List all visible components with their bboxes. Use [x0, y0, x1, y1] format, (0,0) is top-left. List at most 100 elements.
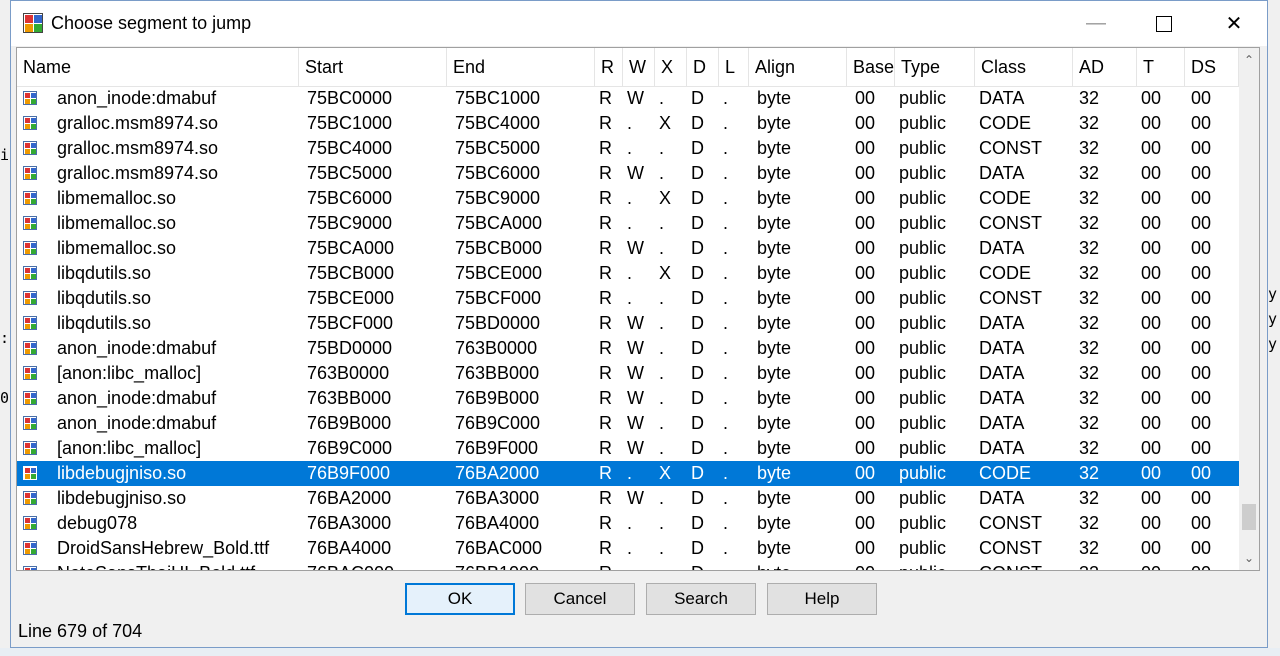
column-header-class[interactable]: Class — [975, 48, 1073, 86]
column-header-d[interactable]: D — [687, 48, 719, 86]
cell-class: CODE — [979, 263, 1032, 283]
cell-name: libdebugjniso.so — [57, 488, 187, 508]
column-header-type[interactable]: Type — [895, 48, 975, 86]
cell-base: 00 — [855, 88, 876, 108]
segment-row[interactable]: DroidSansHebrew_Bold.ttf 76BA4000 76BAC000… — [17, 536, 1239, 561]
column-header-end[interactable]: End — [447, 48, 595, 86]
cell-type: public — [899, 488, 947, 508]
cell-r: R — [599, 513, 612, 533]
help-button[interactable]: Help — [767, 583, 877, 615]
cell-class: CONST — [979, 213, 1042, 233]
column-header-l[interactable]: L — [719, 48, 749, 86]
segment-icon — [23, 216, 37, 230]
column-header-base[interactable]: Base — [847, 48, 895, 86]
maximize-button[interactable] — [1141, 1, 1187, 46]
column-header-ad[interactable]: AD — [1073, 48, 1137, 86]
cell-start: 76B9C000 — [307, 438, 393, 458]
cell-l: . — [723, 513, 729, 533]
segment-row[interactable]: gralloc.msm8974.so 75BC1000 75BC4000 R. X D. b… — [17, 111, 1239, 136]
cell-x: . — [659, 388, 665, 408]
cell-end: 75BC1000 — [455, 88, 541, 108]
segment-row[interactable]: [anon:libc_malloc] 763B0000 763BB000 R W. D. b… — [17, 361, 1239, 386]
segment-row[interactable]: anon_inode:dmabuf 76B9B000 76B9C000 R W. D. by… — [17, 411, 1239, 436]
segment-row[interactable]: debug078 76BA3000 76BA4000 R.. D. byte 00 publi… — [17, 511, 1239, 536]
cell-d: D — [691, 463, 704, 483]
scroll-up-icon[interactable]: ⌃ — [1239, 50, 1259, 70]
cell-start: 75BCF000 — [307, 313, 394, 333]
search-button[interactable]: Search — [646, 583, 756, 615]
cell-r: R — [599, 488, 612, 508]
segment-icon — [23, 416, 37, 430]
cell-start: 75BC4000 — [307, 138, 393, 158]
cell-t: 00 — [1141, 288, 1162, 308]
close-button[interactable]: ✕ — [1211, 1, 1257, 46]
column-header-align[interactable]: Align — [749, 48, 847, 86]
segment-row[interactable]: libdebugjniso.so 76BA2000 76BA3000 R W. D. byt… — [17, 486, 1239, 511]
segment-row[interactable]: gralloc.msm8974.so 75BC5000 75BC6000 R W. D. b… — [17, 161, 1239, 186]
cell-w: W — [627, 438, 644, 458]
segment-row[interactable]: libqdutils.so 75BCF000 75BD0000 R W. D. byte 00… — [17, 311, 1239, 336]
segment-row[interactable]: anon_inode:dmabuf 763BB000 76B9B000 R W. D. by… — [17, 386, 1239, 411]
segment-row[interactable]: NotoSansThaiUI_Bold.ttf 76BAC000 76BB1000 R… — [17, 561, 1239, 570]
cell-name: libqdutils.so — [57, 288, 152, 308]
cell-type: public — [899, 188, 947, 208]
cell-align: byte — [757, 363, 792, 383]
cell-align: byte — [757, 513, 792, 533]
segment-row[interactable]: libmemalloc.so 75BCA000 75BCB000 R W. D. byte 0… — [17, 236, 1239, 261]
segment-list[interactable]: Name Start End R W X D L Align Base Type Class AD T DS… — [16, 47, 1260, 571]
ok-button[interactable]: OK — [405, 583, 515, 615]
cell-ds: 00 — [1191, 463, 1212, 483]
segment-row[interactable]: anon_inode:dmabuf 75BC0000 75BC1000 R W. D. by… — [17, 86, 1239, 111]
cell-ad: 32 — [1079, 438, 1100, 458]
segment-row[interactable]: anon_inode:dmabuf 75BD0000 763B0000 R W. D. by… — [17, 336, 1239, 361]
cell-base: 00 — [855, 163, 876, 183]
cell-t: 00 — [1141, 138, 1162, 158]
cell-class: DATA — [979, 88, 1025, 108]
cell-name: DroidSansHebrew_Bold.ttf — [57, 538, 270, 558]
cell-l: . — [723, 263, 729, 283]
segment-row[interactable]: [anon:libc_malloc] 76B9C000 76B9F000 R W. D. b… — [17, 436, 1239, 461]
cell-d: D — [691, 513, 704, 533]
cell-l: . — [723, 538, 729, 558]
cell-d: D — [691, 363, 704, 383]
column-header-ds[interactable]: DS — [1185, 48, 1239, 86]
cell-base: 00 — [855, 238, 876, 258]
segment-icon — [23, 291, 37, 305]
cell-t: 00 — [1141, 413, 1162, 433]
cell-end: 76BA3000 — [455, 488, 540, 508]
cell-x: . — [659, 538, 665, 558]
column-header-t[interactable]: T — [1137, 48, 1185, 86]
cell-l: . — [723, 288, 729, 308]
segment-row[interactable]: gralloc.msm8974.so 75BC4000 75BC5000 R.. D. b… — [17, 136, 1239, 161]
segment-row[interactable]: libdebugjniso.so 76B9F000 76BA2000 R. X D. byt… — [17, 461, 1239, 486]
title-bar[interactable]: Choose segment to jump — ✕ — [11, 1, 1267, 46]
column-header-name[interactable]: Name — [17, 48, 299, 86]
cell-type: public — [899, 113, 947, 133]
cell-l: . — [723, 88, 729, 108]
vertical-scrollbar[interactable]: ⌃ ⌄ — [1239, 48, 1259, 570]
cell-r: R — [599, 413, 612, 433]
segment-row[interactable]: libmemalloc.so 75BC6000 75BC9000 R. X D. byte 0… — [17, 186, 1239, 211]
minimize-button[interactable]: — — [1073, 1, 1119, 46]
column-header-x[interactable]: X — [655, 48, 687, 86]
cell-x: . — [659, 213, 665, 233]
cell-t: 00 — [1141, 538, 1162, 558]
cell-start: 76B9F000 — [307, 463, 391, 483]
column-header-start[interactable]: Start — [299, 48, 447, 86]
cell-d: D — [691, 313, 704, 333]
segment-row[interactable]: libqdutils.so 75BCB000 75BCE000 R. X D. byte 00… — [17, 261, 1239, 286]
cell-type: public — [899, 313, 947, 333]
close-icon: ✕ — [1225, 13, 1243, 35]
segment-row[interactable]: libqdutils.so 75BCE000 75BCF000 R.. D. byte 00… — [17, 286, 1239, 311]
segment-row[interactable]: libmemalloc.so 75BC9000 75BCA000 R.. D. byte 0… — [17, 211, 1239, 236]
cell-class: DATA — [979, 238, 1025, 258]
cell-align: byte — [757, 438, 792, 458]
cell-base: 00 — [855, 363, 876, 383]
scroll-thumb[interactable] — [1242, 504, 1256, 530]
column-header-r[interactable]: R — [595, 48, 623, 86]
scroll-down-icon[interactable]: ⌄ — [1239, 548, 1259, 568]
cancel-button[interactable]: Cancel — [525, 583, 635, 615]
column-header-w[interactable]: W — [623, 48, 655, 86]
cell-r: R — [599, 238, 612, 258]
cell-align: byte — [757, 488, 792, 508]
